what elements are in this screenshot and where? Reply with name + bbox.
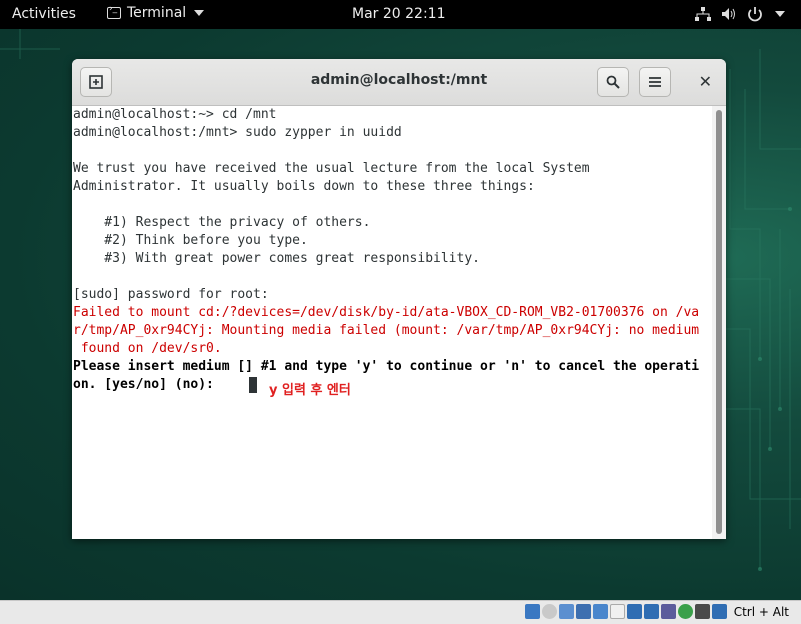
terminal-line: #1) Respect the privacy of others.: [73, 215, 371, 230]
error-line: Failed to mount cd:/?devices=/dev/disk/b…: [73, 305, 700, 320]
text-cursor: [249, 377, 257, 393]
chevron-down-icon: [194, 10, 205, 16]
terminal-line: #3) With great power comes great respons…: [73, 251, 480, 266]
hamburger-menu-icon: [649, 77, 661, 87]
search-icon: [606, 75, 620, 89]
shared-folder-icon[interactable]: [610, 604, 625, 619]
video-capture-icon[interactable]: [644, 604, 659, 619]
network-icon: [695, 7, 711, 21]
error-line: found on /dev/sr0.: [73, 341, 222, 356]
terminal-output[interactable]: admin@localhost:~> cd /mnt admin@localho…: [72, 106, 712, 539]
cpu-icon[interactable]: [661, 604, 676, 619]
system-tray[interactable]: [695, 6, 785, 22]
top-bar: Activities Terminal Mar 20 22:11: [0, 0, 801, 29]
clock[interactable]: Mar 20 22:11: [352, 6, 445, 22]
app-menu-label: Terminal: [127, 5, 187, 21]
scrollbar[interactable]: [712, 106, 726, 539]
app-menu[interactable]: Terminal: [107, 4, 205, 21]
terminal-line: We trust you have received the usual lec…: [73, 161, 590, 176]
terminal-line: Administrator. It usually boils down to …: [73, 179, 535, 194]
keyboard-capture-icon[interactable]: [712, 604, 727, 619]
close-button[interactable]: ✕: [699, 72, 712, 91]
volume-icon: [722, 8, 735, 20]
terminal-line: #2) Think before you type.: [73, 233, 308, 248]
usb-icon[interactable]: [593, 604, 608, 619]
chevron-down-icon: [775, 11, 785, 17]
guest-additions-icon[interactable]: [678, 604, 693, 619]
terminal-window: admin@localhost:/mnt ✕ admin@localhost:~…: [72, 59, 726, 539]
close-icon: ✕: [698, 72, 712, 91]
activities-button[interactable]: Activities: [12, 6, 76, 22]
scrollbar-thumb[interactable]: [716, 110, 722, 534]
terminal-line: admin@localhost:~> cd /mnt: [73, 107, 277, 122]
power-icon: [748, 7, 762, 22]
error-line: r/tmp/AP_0xr94CYj: Mounting media failed…: [73, 323, 700, 338]
yes-no-prompt: on. [yes/no] (no):: [73, 377, 222, 392]
terminal-icon: [107, 4, 121, 19]
annotation-label: y 입력 후 엔터: [269, 383, 351, 398]
hard-disk-icon[interactable]: [525, 604, 540, 619]
optical-drive-icon[interactable]: [542, 604, 557, 619]
header-bar: admin@localhost:/mnt ✕: [72, 59, 726, 106]
insert-medium-prompt: Please insert medium [] #1 and type 'y' …: [73, 359, 700, 374]
sudo-password-prompt: [sudo] password for root:: [73, 287, 269, 302]
mouse-integration-icon[interactable]: [695, 604, 710, 619]
menu-button[interactable]: [639, 67, 671, 97]
search-button[interactable]: [597, 67, 629, 97]
network-adapter-icon[interactable]: [576, 604, 591, 619]
vm-status-bar: Ctrl + Alt: [0, 600, 801, 624]
vm-device-icons: [525, 604, 727, 619]
audio-icon[interactable]: [559, 604, 574, 619]
host-key-label: Ctrl + Alt: [733, 605, 789, 619]
display-icon[interactable]: [627, 604, 642, 619]
terminal-line: admin@localhost:/mnt> sudo zypper in uui…: [73, 125, 402, 140]
